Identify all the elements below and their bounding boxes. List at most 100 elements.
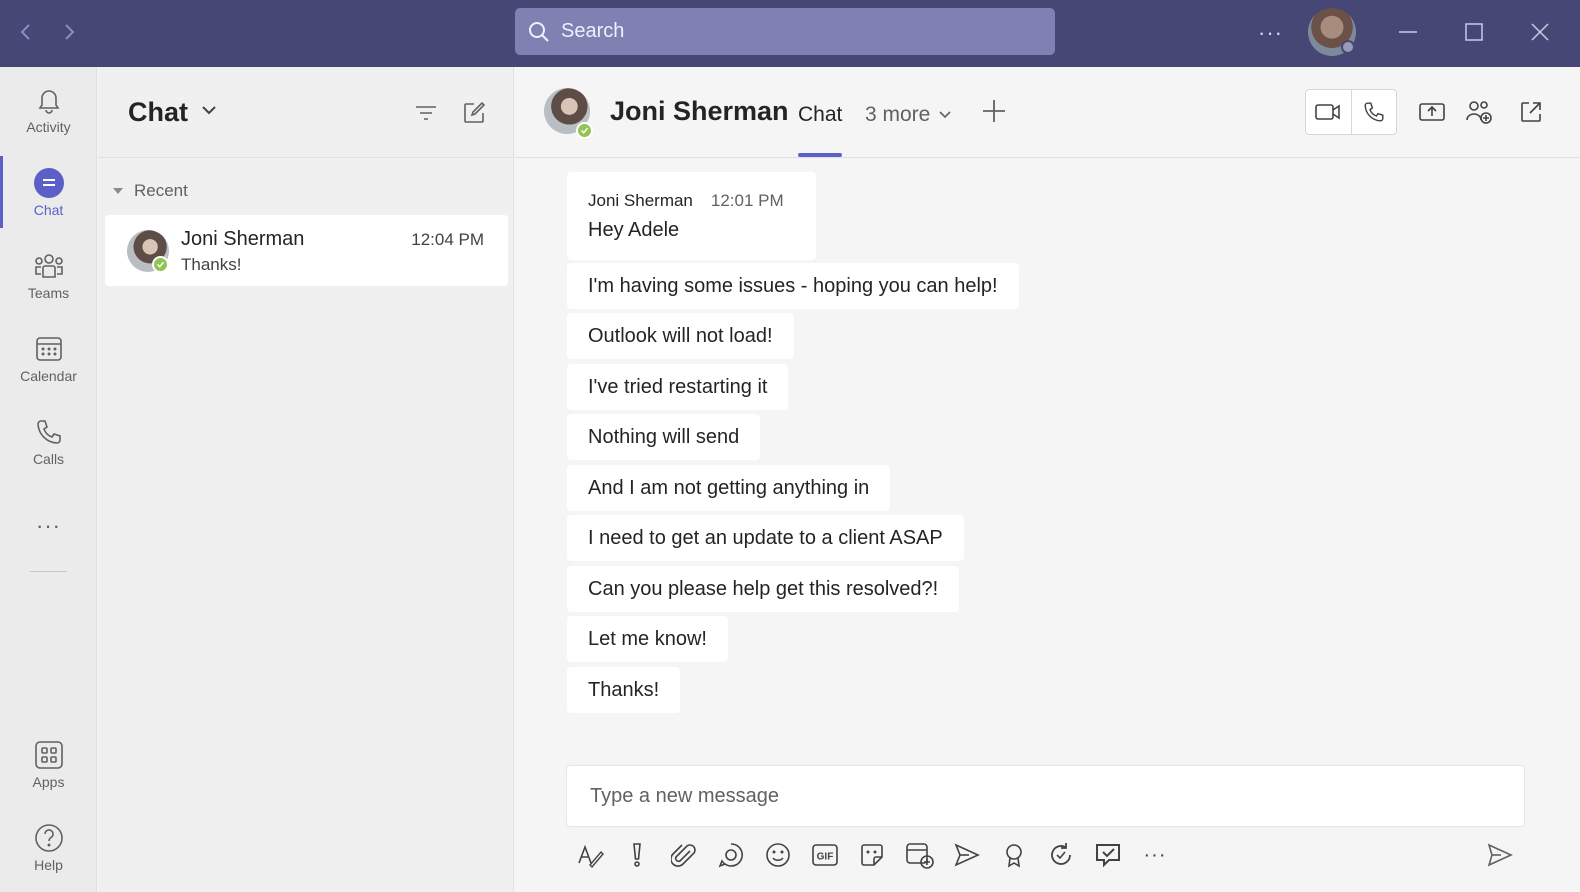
share-screen-button[interactable] (1417, 97, 1447, 127)
chevron-right-icon (65, 24, 75, 40)
message-bubble[interactable]: I'm having some issues - hoping you can … (567, 263, 1019, 309)
rail-item-calls[interactable]: Calls (0, 403, 97, 481)
close-button[interactable] (1522, 14, 1558, 50)
attach-button[interactable] (668, 839, 700, 871)
phone-icon (1364, 102, 1384, 122)
message-author: Joni Sherman (588, 190, 693, 210)
loop-component-icon (718, 843, 743, 868)
message-text: I've tried restarting it (588, 375, 768, 398)
calendar-add-icon (906, 843, 934, 869)
ellipsis-icon: ··· (1143, 843, 1167, 866)
sticker-button[interactable] (856, 839, 888, 871)
message-text: Outlook will not load! (588, 324, 773, 347)
message-text: Nothing will send (588, 425, 740, 448)
message-bubble[interactable]: Outlook will not load! (567, 313, 794, 359)
important-button[interactable] (621, 839, 653, 871)
more-tabs-label: 3 more (865, 103, 931, 126)
call-buttons-group (1305, 89, 1397, 135)
message-bubble[interactable]: Nothing will send (567, 414, 761, 460)
chat-icon (33, 168, 64, 198)
message-input[interactable] (567, 766, 1524, 826)
phone-icon (36, 420, 61, 444)
refresh-icon (1051, 843, 1071, 865)
rail-label: Calls (32, 451, 65, 467)
share-screen-icon (1419, 103, 1445, 121)
add-people-button[interactable] (1464, 97, 1494, 127)
audio-call-button[interactable] (1350, 90, 1397, 134)
maximize-button[interactable] (1456, 14, 1492, 50)
filter-button[interactable] (412, 99, 440, 127)
updates-button[interactable] (1045, 839, 1077, 871)
chat-filter-dropdown[interactable] (200, 103, 218, 122)
send-button[interactable] (1484, 839, 1516, 871)
gif-label: GIF (817, 852, 834, 863)
add-tab-button[interactable] (981, 98, 1007, 129)
chat-list-title[interactable]: Chat (128, 97, 188, 128)
rail-item-apps[interactable]: Apps (0, 726, 97, 804)
presence-available-icon (152, 256, 169, 273)
message-bubble[interactable]: Let me know! (567, 616, 728, 662)
praise-button[interactable] (998, 839, 1030, 871)
message-bubble[interactable]: Can you please help get this resolved?! (567, 566, 960, 612)
chevron-left-icon (20, 24, 30, 40)
video-camera-icon (1315, 104, 1341, 120)
search-box[interactable]: Search (515, 8, 1055, 55)
message-time: 12:01 PM (710, 190, 784, 210)
plus-icon (983, 100, 1005, 122)
chevron-down-icon (939, 111, 951, 119)
contact-name: Joni Sherman (610, 96, 789, 126)
forward-button[interactable] (55, 18, 83, 46)
rail-label: Apps (32, 774, 65, 790)
compose-icon (464, 101, 486, 123)
message-bubble[interactable]: Thanks! (567, 667, 681, 713)
approvals-button[interactable] (1092, 839, 1124, 871)
presence-available-icon (576, 122, 593, 139)
chat-item-name: Joni Sherman (181, 228, 305, 250)
message-text: I need to get an update to a client ASAP (588, 526, 943, 549)
back-button[interactable] (12, 18, 40, 46)
teams-icon (34, 254, 63, 278)
new-chat-button[interactable] (460, 99, 488, 127)
stream-button[interactable] (951, 839, 983, 871)
exclamation-icon (633, 843, 641, 867)
rail-item-chat[interactable]: Chat (0, 154, 97, 232)
app-rail: Activity Chat Teams Calendar Calls ··· A… (0, 67, 97, 892)
pop-out-button[interactable] (1516, 97, 1546, 127)
more-options-button[interactable]: ··· (1139, 839, 1171, 871)
rail-item-calendar[interactable]: Calendar (0, 320, 97, 398)
rail-item-activity[interactable]: Activity (0, 71, 97, 149)
format-button[interactable] (574, 839, 606, 871)
rail-label: Chat (33, 202, 64, 218)
settings-more-button[interactable]: ··· (1258, 20, 1283, 46)
approval-check-icon (1096, 844, 1120, 868)
rail-item-help[interactable]: Help (0, 809, 97, 887)
video-call-button[interactable] (1306, 90, 1351, 134)
gif-button[interactable]: GIF (809, 839, 841, 871)
schedule-meeting-button[interactable] (904, 839, 936, 871)
filter-icon (416, 106, 436, 120)
more-icon: ··· (36, 513, 61, 538)
rail-more-apps[interactable]: ··· (0, 487, 97, 565)
help-icon (34, 824, 63, 852)
more-tabs-dropdown[interactable]: 3 more (865, 103, 952, 127)
message-bubble[interactable]: I need to get an update to a client ASAP (567, 515, 964, 561)
add-people-icon (1466, 101, 1492, 124)
chat-list-item[interactable]: Joni Sherman 12:04 PM Thanks! (105, 215, 508, 286)
pop-out-icon (1521, 102, 1541, 122)
loop-button[interactable] (715, 839, 747, 871)
chevron-down-icon (202, 106, 216, 115)
profile-avatar[interactable] (1308, 8, 1356, 56)
rail-label: Calendar (20, 368, 77, 384)
rail-label: Activity (26, 119, 71, 135)
rail-item-teams[interactable]: Teams (0, 237, 97, 315)
chat-item-time: 12:04 PM (411, 230, 484, 249)
recent-section-toggle[interactable]: Recent (112, 181, 188, 201)
message-bubble[interactable]: I've tried restarting it (567, 364, 789, 410)
message-bubble[interactable]: And I am not getting anything in (567, 465, 891, 511)
apps-icon (34, 741, 63, 769)
message-bubble[interactable]: Joni Sherman 12:01 PM Hey Adele (567, 172, 816, 260)
caret-down-icon (113, 188, 123, 194)
tab-chat[interactable]: Chat (798, 103, 842, 127)
emoji-button[interactable] (762, 839, 794, 871)
minimize-button[interactable] (1390, 14, 1426, 50)
